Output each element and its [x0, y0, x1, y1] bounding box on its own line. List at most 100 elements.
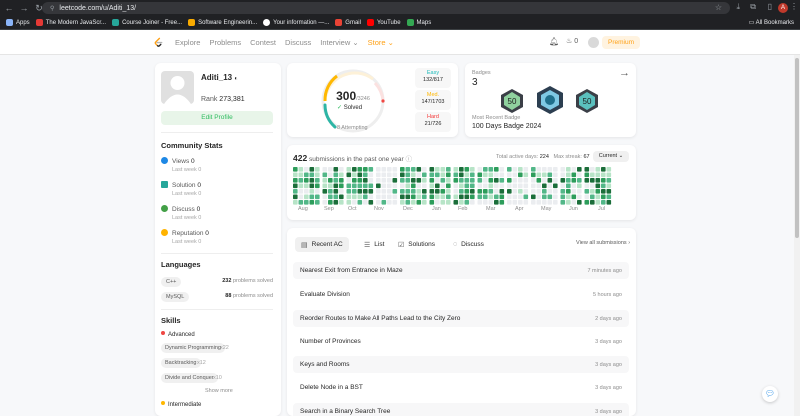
heatmap-day-cell[interactable]: [547, 200, 553, 205]
heatmap-day-cell[interactable]: [566, 200, 571, 205]
heatmap-day-cell[interactable]: [488, 172, 494, 178]
submission-row[interactable]: Reorder Routes to Make All Paths Lead to…: [293, 310, 629, 327]
heatmap-day-cell[interactable]: [363, 167, 368, 172]
heatmap-day-cell[interactable]: [304, 189, 309, 194]
heatmap-day-cell[interactable]: [512, 194, 518, 200]
heatmap-day-cell[interactable]: [483, 189, 488, 194]
heatmap-day-cell[interactable]: [357, 194, 363, 200]
heatmap-day-cell[interactable]: [601, 167, 606, 172]
heatmap-day-cell[interactable]: [477, 189, 483, 194]
heatmap-day-cell[interactable]: [416, 200, 422, 205]
heatmap-day-cell[interactable]: [453, 194, 459, 200]
heatmap-day-cell[interactable]: [381, 178, 387, 183]
year-select-dropdown[interactable]: Current ⌄: [593, 151, 629, 162]
heatmap-day-cell[interactable]: [381, 172, 387, 178]
heatmap-day-cell[interactable]: [387, 200, 392, 205]
heatmap-day-cell[interactable]: [571, 172, 577, 178]
heatmap-day-cell[interactable]: [368, 189, 374, 194]
heatmap-day-cell[interactable]: [357, 178, 363, 183]
heatmap-day-cell[interactable]: [553, 200, 558, 205]
heatmap-day-cell[interactable]: [346, 178, 352, 183]
heatmap-day-cell[interactable]: [405, 183, 411, 189]
heatmap-day-cell[interactable]: [422, 189, 427, 194]
heatmap-day-cell[interactable]: [577, 167, 582, 172]
heatmap-day-cell[interactable]: [590, 194, 595, 200]
heatmap-day-cell[interactable]: [322, 189, 328, 194]
heatmap-day-cell[interactable]: [339, 200, 344, 205]
heatmap-day-cell[interactable]: [293, 183, 298, 189]
bookmark-gmail[interactable]: Gmail: [335, 19, 361, 26]
heatmap-day-cell[interactable]: [422, 194, 427, 200]
page-scrollbar-thumb[interactable]: [795, 58, 799, 238]
heatmap-day-cell[interactable]: [553, 183, 558, 189]
heatmap-day-cell[interactable]: [606, 189, 612, 194]
heatmap-day-cell[interactable]: [507, 194, 512, 200]
heatmap-day-cell[interactable]: [499, 167, 505, 172]
heatmap-day-cell[interactable]: [416, 189, 422, 194]
heatmap-day-cell[interactable]: [298, 167, 304, 172]
heatmap-day-cell[interactable]: [488, 189, 494, 194]
submission-row[interactable]: Delete Node in a BST 3 days ago: [293, 379, 629, 396]
heatmap-day-cell[interactable]: [499, 183, 505, 189]
heatmap-day-cell[interactable]: [411, 183, 416, 189]
heatmap-day-cell[interactable]: [488, 194, 494, 200]
heatmap-day-cell[interactable]: [577, 194, 582, 200]
heatmap-day-cell[interactable]: [304, 178, 309, 183]
heatmap-day-cell[interactable]: [422, 167, 427, 172]
heatmap-day-cell[interactable]: [512, 172, 518, 178]
heatmap-day-cell[interactable]: [309, 167, 315, 172]
heatmap-day-cell[interactable]: [523, 183, 529, 189]
heatmap-day-cell[interactable]: [411, 172, 416, 178]
heatmap-day-cell[interactable]: [346, 167, 352, 172]
heatmap-day-cell[interactable]: [590, 172, 595, 178]
heatmap-day-cell[interactable]: [346, 172, 352, 178]
heatmap-day-cell[interactable]: [405, 200, 411, 205]
streak-counter[interactable]: ♨ 0: [566, 37, 578, 45]
heatmap-day-cell[interactable]: [298, 189, 304, 194]
heatmap-day-cell[interactable]: [606, 172, 612, 178]
heatmap-day-cell[interactable]: [507, 183, 512, 189]
heatmap-day-cell[interactable]: [595, 178, 601, 183]
heatmap-day-cell[interactable]: [577, 178, 582, 183]
heatmap-day-cell[interactable]: [584, 183, 590, 189]
heatmap-day-cell[interactable]: [483, 178, 488, 183]
heatmap-day-cell[interactable]: [304, 194, 309, 200]
heatmap-day-cell[interactable]: [400, 194, 405, 200]
heatmap-day-cell[interactable]: [333, 167, 339, 172]
heatmap-day-cell[interactable]: [357, 167, 363, 172]
heatmap-day-cell[interactable]: [422, 172, 427, 178]
heatmap-day-cell[interactable]: [357, 200, 363, 205]
heatmap-day-cell[interactable]: [595, 172, 601, 178]
heatmap-day-cell[interactable]: [368, 200, 374, 205]
heatmap-day-cell[interactable]: [376, 194, 381, 200]
heatmap-day-cell[interactable]: [293, 178, 298, 183]
heatmap-day-cell[interactable]: [571, 189, 577, 194]
heatmap-day-cell[interactable]: [560, 194, 566, 200]
heatmap-day-cell[interactable]: [392, 172, 398, 178]
view-all-submissions-link[interactable]: View all submissions ›: [576, 240, 630, 246]
edit-profile-button[interactable]: Edit Profile: [161, 111, 273, 125]
heatmap-day-cell[interactable]: [315, 194, 320, 200]
heatmap-day-cell[interactable]: [440, 189, 446, 194]
heatmap-day-cell[interactable]: [298, 194, 304, 200]
heatmap-day-cell[interactable]: [531, 194, 536, 200]
heatmap-day-cell[interactable]: [293, 194, 298, 200]
heatmap-day-cell[interactable]: [531, 189, 536, 194]
heatmap-day-cell[interactable]: [459, 172, 464, 178]
heatmap-day-cell[interactable]: [435, 178, 440, 183]
info-icon[interactable]: ⓘ: [405, 156, 412, 163]
heatmap-day-cell[interactable]: [357, 189, 363, 194]
extensions-icon[interactable]: ⧉: [750, 2, 756, 12]
heatmap-day-cell[interactable]: [553, 194, 558, 200]
heatmap-day-cell[interactable]: [507, 167, 512, 172]
heatmap-day-cell[interactable]: [464, 178, 470, 183]
heatmap-day-cell[interactable]: [606, 200, 612, 205]
heatmap-day-cell[interactable]: [453, 167, 459, 172]
heatmap-day-cell[interactable]: [577, 200, 582, 205]
heatmap-day-cell[interactable]: [542, 167, 547, 172]
heatmap-day-cell[interactable]: [440, 172, 446, 178]
heatmap-day-cell[interactable]: [333, 178, 339, 183]
heatmap-day-cell[interactable]: [446, 194, 451, 200]
heatmap-day-cell[interactable]: [453, 172, 459, 178]
heatmap-day-cell[interactable]: [470, 183, 475, 189]
